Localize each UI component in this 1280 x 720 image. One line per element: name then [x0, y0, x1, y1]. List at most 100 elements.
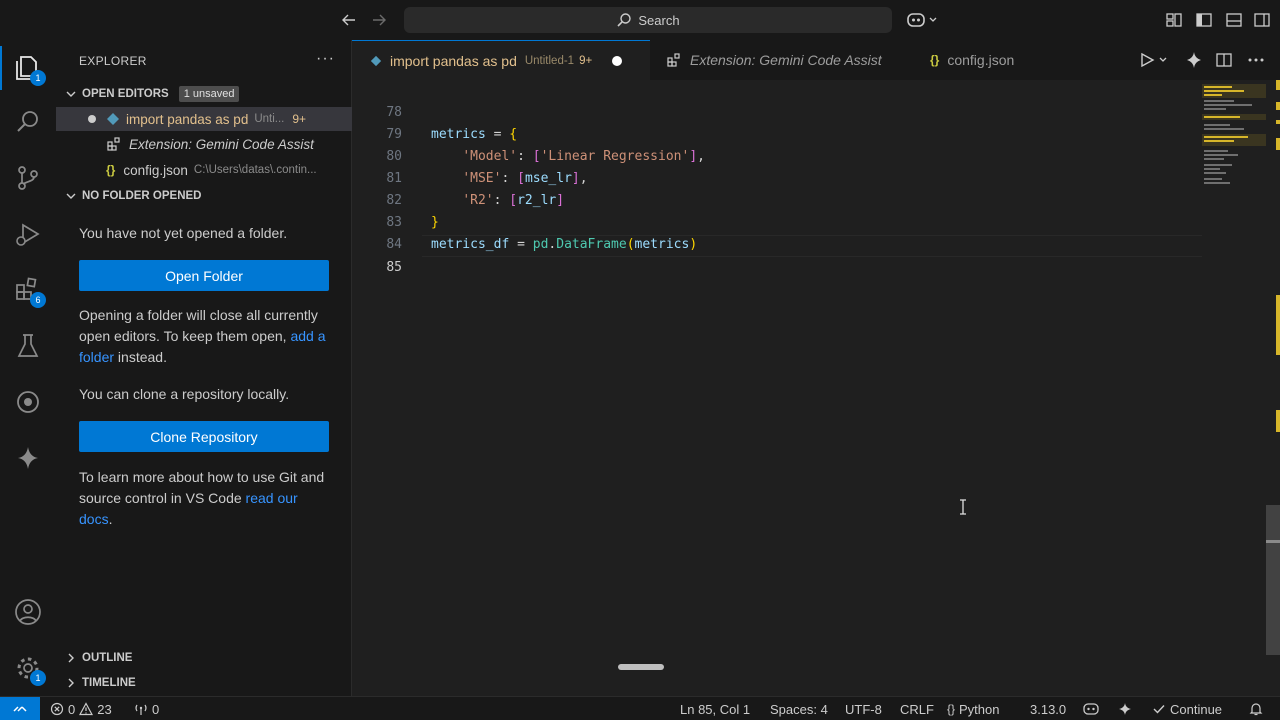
encoding[interactable]: UTF-8 [845, 697, 882, 720]
check-icon [1153, 705, 1165, 714]
dot-modified-icon[interactable] [88, 115, 96, 123]
gemini-sparkle-icon[interactable] [12, 442, 44, 474]
activity-bar: 1 6 1 [0, 40, 56, 696]
search-view-icon[interactable] [12, 106, 44, 138]
line-number: 85 [386, 260, 402, 275]
tab-label: Extension: Gemini Code Assist [690, 52, 882, 68]
horizontal-scroll-thumb[interactable] [618, 664, 664, 670]
chevron-right-icon [68, 678, 74, 688]
code-line[interactable]: 82 } [352, 168, 1202, 230]
notifications-bell-icon[interactable] [1248, 697, 1264, 720]
title-bar: Search [0, 0, 1280, 40]
forward-arrow-icon[interactable] [369, 10, 389, 30]
sidebar-title: EXPLORER [79, 54, 147, 68]
tab-gemini-extension[interactable]: Extension: Gemini Code Assist [650, 40, 912, 80]
more-actions-icon[interactable] [1246, 50, 1266, 70]
gemini-sparkle-icon[interactable] [1118, 697, 1132, 720]
continue-label: Continue [1170, 701, 1223, 717]
warning-icon [79, 702, 94, 716]
no-folder-message: You have not yet opened a folder. [79, 225, 288, 241]
back-arrow-icon[interactable] [339, 10, 359, 30]
source-control-icon[interactable] [12, 162, 44, 194]
command-center-search[interactable]: Search [404, 7, 892, 33]
split-editor-icon[interactable] [1214, 50, 1234, 70]
extensions-icon[interactable]: 6 [12, 274, 46, 308]
tab-problem-count: 9+ [579, 54, 593, 67]
code-line[interactable]: 84 [352, 212, 1202, 252]
extensions-badge: 6 [30, 292, 46, 308]
outline-header[interactable]: OUTLINE [64, 651, 132, 665]
code-line[interactable]: 81 'R2': [r2_lr] [352, 146, 1202, 208]
cursor-position[interactable]: Ln 85, Col 1 [680, 697, 750, 720]
python-interpreter[interactable]: 3.13.0 [1030, 697, 1066, 720]
end-of-line[interactable]: CRLF [900, 697, 934, 720]
accounts-icon[interactable] [12, 596, 44, 628]
copilot-icon[interactable] [906, 10, 942, 30]
gemini-sparkle-icon[interactable] [1184, 50, 1204, 70]
open-editors-header[interactable]: OPEN EDITORS 1 unsaved [64, 86, 240, 102]
json-icon: {} [930, 53, 940, 67]
language-label: Python [959, 701, 1000, 717]
explorer-badge: 1 [30, 70, 46, 86]
tab-config-json[interactable]: {} config.json [912, 40, 1052, 80]
code-line-current[interactable]: 85 [352, 235, 1202, 275]
code-line[interactable]: 83 metrics_df = pd.DataFrame(metrics) [352, 190, 1202, 252]
git-docs-message: To learn more about how to use Git and s… [79, 467, 331, 530]
tab-import-pandas[interactable]: import pandas as pd Untitled-1 9+ [352, 40, 650, 80]
code-line[interactable]: 78 metrics = { [352, 80, 1202, 142]
manage-gear-icon[interactable]: 1 [12, 652, 46, 686]
code-line[interactable]: 79 'Model': ['Linear Regression'], [352, 102, 1202, 164]
open-editor-desc: Unti... [254, 113, 285, 125]
indentation[interactable]: Spaces: 4 [770, 697, 828, 720]
braces-icon: {} [947, 702, 956, 716]
clone-repository-button[interactable]: Clone Repository [79, 421, 329, 452]
open-editor-item-extension[interactable]: Extension: Gemini Code Assist [56, 132, 352, 156]
continue-status[interactable]: Continue [1152, 697, 1222, 720]
open-editor-desc: C:\Users\datas\.contin... [193, 164, 317, 176]
open-folder-hint: Opening a folder will close all currentl… [79, 305, 331, 368]
ports-indicator[interactable]: 0 [134, 697, 159, 720]
open-editor-item-pandas[interactable]: import pandas as pd Unti... 9+ [56, 107, 352, 131]
toggle-primary-sidebar-icon[interactable] [1194, 10, 1214, 30]
open-editor-name: Extension: Gemini Code Assist [129, 136, 314, 152]
python-file-icon [370, 55, 382, 67]
toggle-panel-icon[interactable] [1224, 10, 1244, 30]
open-folder-button[interactable]: Open Folder [79, 260, 329, 291]
customize-layout-icon[interactable] [1164, 10, 1184, 30]
no-folder-header[interactable]: NO FOLDER OPENED [64, 189, 201, 203]
remote-indicator-icon[interactable] [0, 697, 40, 720]
tab-label: config.json [947, 52, 1015, 68]
testing-flask-icon[interactable] [12, 330, 44, 362]
timeline-label: TIMELINE [82, 677, 136, 689]
toggle-secondary-sidebar-icon[interactable] [1252, 10, 1272, 30]
python-file-icon [106, 112, 120, 126]
tab-label: import pandas as pd [390, 52, 517, 69]
open-editor-item-config[interactable]: {} config.json C:\Users\datas\.contin... [56, 158, 352, 182]
code-line[interactable]: 80 'MSE': [mse_lr], [352, 124, 1202, 186]
no-folder-label: NO FOLDER OPENED [82, 190, 202, 202]
error-icon [50, 702, 64, 716]
run-and-debug-icon[interactable] [12, 218, 44, 250]
warning-count: 23 [97, 701, 112, 717]
vertical-scrollbar[interactable] [1266, 80, 1280, 696]
language-mode[interactable]: {} Python [947, 697, 1000, 720]
search-label: Search [638, 12, 680, 28]
ports-count: 0 [152, 701, 160, 717]
timeline-header[interactable]: TIMELINE [64, 676, 136, 690]
tab-desc: Untitled-1 [524, 54, 575, 67]
problems-indicator[interactable]: 0 23 [50, 697, 112, 720]
code-editor[interactable]: 78 metrics = { 79 'Model': ['Linear Regr… [352, 80, 1280, 696]
error-count: 0 [68, 701, 76, 717]
unsaved-dot-icon[interactable] [612, 55, 623, 66]
copilot-status-icon[interactable] [1082, 697, 1100, 720]
minimap[interactable] [1202, 80, 1266, 200]
extension-icon [666, 52, 682, 68]
clone-message: You can clone a repository locally. [79, 386, 290, 402]
problem-count: 9+ [292, 112, 307, 126]
more-actions-icon[interactable]: ··· [316, 50, 335, 68]
explorer-icon[interactable]: 1 [12, 52, 46, 86]
radio-tower-icon [135, 704, 147, 715]
remote-explorer-icon[interactable] [12, 386, 44, 418]
hint-text: instead. [117, 349, 167, 365]
run-python-file-icon[interactable] [1138, 50, 1172, 70]
